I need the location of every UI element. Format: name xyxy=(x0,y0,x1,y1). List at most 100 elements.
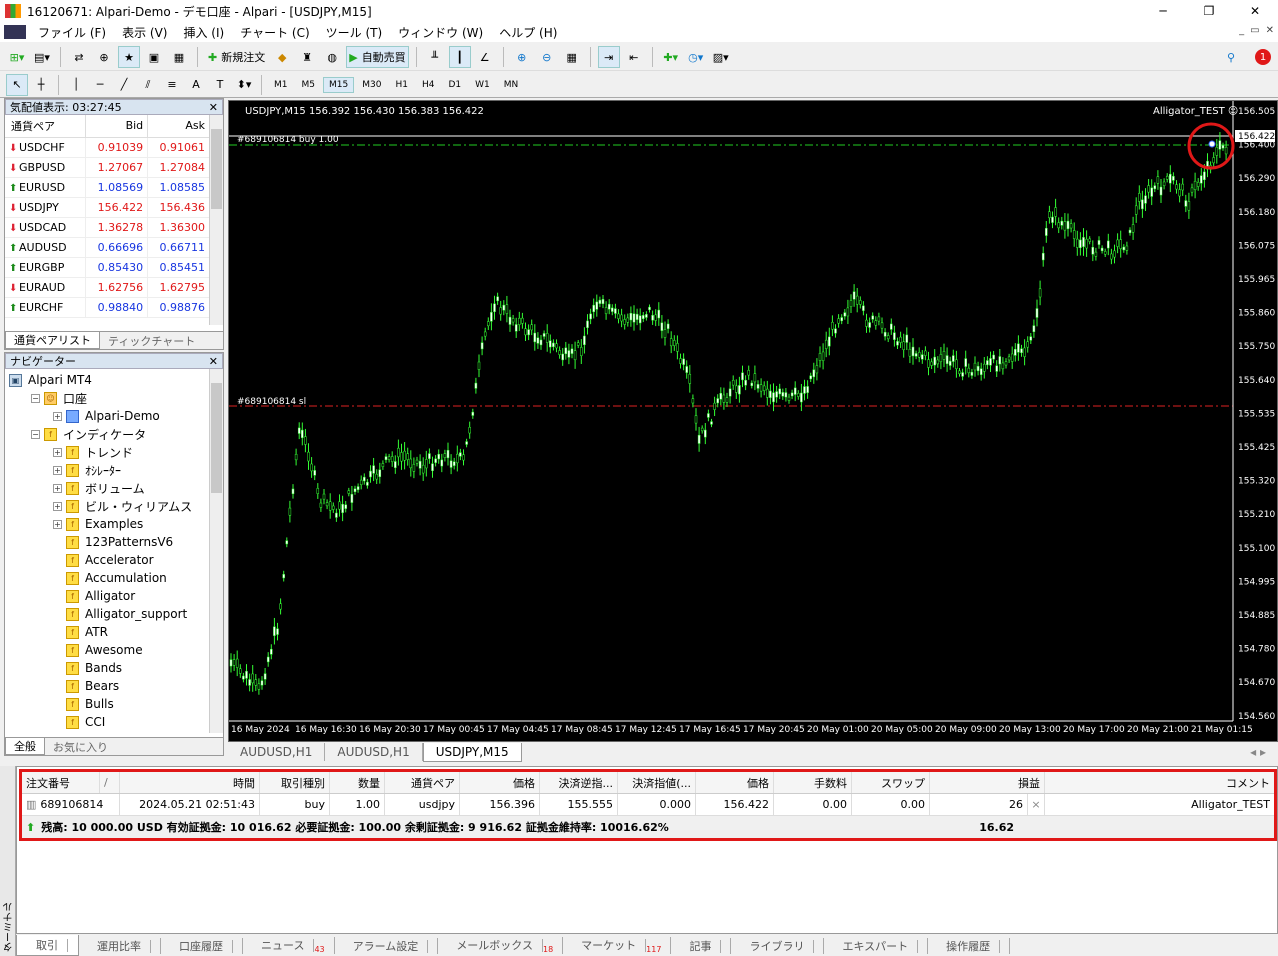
symbol-row[interactable]: ⬇ USDCAD 1.36278 1.36300 xyxy=(5,217,210,238)
symbol-row[interactable]: ⬆ EURCHF 0.98840 0.98876 xyxy=(5,297,210,318)
navigator-item[interactable]: f Accumulation xyxy=(9,569,223,587)
market-watch-scrollbar[interactable] xyxy=(209,115,223,325)
navigator-item[interactable]: f CCI xyxy=(9,713,223,731)
col-comment[interactable]: コメント xyxy=(1045,772,1274,793)
menu-chart[interactable]: チャート (C) xyxy=(232,24,317,41)
expand-icon[interactable]: + xyxy=(53,483,62,493)
tf-w1[interactable]: W1 xyxy=(469,77,496,93)
navigator-item[interactable]: f Accelerator xyxy=(9,551,223,569)
chart-tab-audusd-1[interactable]: AUDUSD,H1 xyxy=(228,743,326,761)
mdi-minimize-icon[interactable]: _ xyxy=(1239,25,1244,36)
menu-tools[interactable]: ツール (T) xyxy=(318,24,391,41)
navigator-item[interactable]: + f Examples xyxy=(9,515,223,533)
col-bid[interactable]: Bid xyxy=(85,115,149,138)
navigator-item[interactable]: f Bands xyxy=(9,659,223,677)
terminal-tab[interactable]: 記事 xyxy=(671,937,732,954)
close-button[interactable]: ✕ xyxy=(1232,0,1278,22)
expand-icon[interactable]: + xyxy=(53,501,62,511)
terminal-tab[interactable]: エキスパート xyxy=(824,937,929,954)
col-time[interactable]: 時間 xyxy=(120,772,260,793)
navigator-item[interactable]: f Bulls xyxy=(9,695,223,713)
col-type[interactable]: 取引種別 xyxy=(260,772,330,793)
terminal-tab[interactable]: 操作履歴 xyxy=(928,937,1011,954)
symbol-row[interactable]: ⬆ EURGBP 0.85430 0.85451 xyxy=(5,257,210,278)
profiles-icon[interactable]: ▤▾ xyxy=(31,46,53,68)
navigator-item[interactable]: f Bears xyxy=(9,677,223,695)
navigator-item[interactable]: + Alpari-Demo xyxy=(9,407,223,425)
text-icon[interactable]: A xyxy=(185,74,207,96)
menu-view[interactable]: 表示 (V) xyxy=(114,24,175,41)
col-commission[interactable]: 手数料 xyxy=(774,772,852,793)
col-swap[interactable]: スワップ xyxy=(852,772,930,793)
expand-icon[interactable]: + xyxy=(53,465,62,475)
tab-tick-chart[interactable]: ティックチャート xyxy=(100,333,203,349)
tab-scroll-arrows-icon[interactable]: ◂ ▸ xyxy=(1238,743,1278,761)
terminal-tab[interactable]: 取引 xyxy=(16,935,79,956)
col-sl[interactable]: 決済逆指... xyxy=(540,772,618,793)
market-watch-icon[interactable]: ⇄ xyxy=(68,46,90,68)
price-chart[interactable]: USDJPY,M15 156.392 156.430 156.383 156.4… xyxy=(228,100,1278,742)
navigator-item[interactable]: − f インディケータ xyxy=(9,425,223,443)
new-chart-icon[interactable]: ⊞▾ xyxy=(6,46,28,68)
terminal-tab[interactable]: ライブラリ xyxy=(731,937,825,954)
tester-icon[interactable]: ▦ xyxy=(168,46,190,68)
tile-windows-icon[interactable]: ▦ xyxy=(561,46,583,68)
symbol-row[interactable]: ⬇ GBPUSD 1.27067 1.27084 xyxy=(5,157,210,178)
vertical-line-icon[interactable]: │ xyxy=(65,74,87,96)
col-volume[interactable]: 数量 xyxy=(330,772,385,793)
terminal-tab[interactable]: マーケット 117 xyxy=(563,936,672,955)
col-profit[interactable]: 損益 xyxy=(930,772,1045,793)
tab-symbols[interactable]: 通貨ペアリスト xyxy=(5,332,100,349)
menu-insert[interactable]: 挿入 (I) xyxy=(175,24,232,41)
navigator-item[interactable]: − ☺ 口座 xyxy=(9,389,223,407)
indicators-icon[interactable]: ✚▾ xyxy=(660,46,682,68)
navigator-item[interactable]: ▣ Alpari MT4 xyxy=(9,371,223,389)
market-icon[interactable]: ◍ xyxy=(321,46,343,68)
data-window-icon[interactable]: ⊕ xyxy=(93,46,115,68)
arrows-icon[interactable]: ⬍▾ xyxy=(233,74,255,96)
close-icon[interactable]: ✕ xyxy=(209,101,218,114)
expand-icon[interactable]: + xyxy=(53,519,62,529)
terminal-tab[interactable]: メールボックス 18 xyxy=(438,936,564,955)
horizontal-line-icon[interactable]: ─ xyxy=(89,74,111,96)
label-icon[interactable]: T xyxy=(209,74,231,96)
menu-help[interactable]: ヘルプ (H) xyxy=(491,24,565,41)
tab-favorites[interactable]: お気に入り xyxy=(45,739,116,755)
col-symbol[interactable]: 通貨ペア xyxy=(5,115,87,138)
terminal-tab[interactable]: 口座履歴 xyxy=(161,937,243,954)
menu-file[interactable]: ファイル (F) xyxy=(30,24,114,41)
navigator-icon[interactable]: ★ xyxy=(118,46,140,68)
navigator-item[interactable]: f Alligator xyxy=(9,587,223,605)
col-current-price[interactable]: 価格 xyxy=(696,772,774,793)
metaeditor-icon[interactable]: ◆ xyxy=(271,46,293,68)
terminal-tab[interactable]: 運用比率 xyxy=(79,937,161,954)
chart-tab-audusd-2[interactable]: AUDUSD,H1 xyxy=(325,743,423,761)
collapse-icon[interactable]: − xyxy=(31,429,40,439)
col-price[interactable]: 価格 xyxy=(460,772,540,793)
symbol-row[interactable]: ⬇ USDCHF 0.91039 0.91061 xyxy=(5,137,210,158)
periods-icon[interactable]: ◷▾ xyxy=(685,46,707,68)
crosshair-icon[interactable]: ┼ xyxy=(30,74,52,96)
tf-m30[interactable]: M30 xyxy=(356,77,387,93)
zoom-in-icon[interactable]: ⊕ xyxy=(511,46,533,68)
col-ask[interactable]: Ask xyxy=(147,115,210,138)
bar-chart-icon[interactable]: ╨ xyxy=(424,46,446,68)
chart-canvas[interactable]: USDJPY,M15 156.392 156.430 156.383 156.4… xyxy=(229,101,1277,741)
menu-window[interactable]: ウィンドウ (W) xyxy=(390,24,491,41)
trendline-icon[interactable]: ╱ xyxy=(113,74,135,96)
navigator-item[interactable]: f Awesome xyxy=(9,641,223,659)
navigator-item[interactable]: f Alligator_support xyxy=(9,605,223,623)
navigator-scrollbar[interactable] xyxy=(209,369,223,733)
symbol-row[interactable]: ⬇ EURAUD 1.62756 1.62795 xyxy=(5,277,210,298)
tf-h4[interactable]: H4 xyxy=(416,77,441,93)
collapse-icon[interactable]: − xyxy=(31,393,40,403)
tf-m1[interactable]: M1 xyxy=(268,77,294,93)
tab-general[interactable]: 全般 xyxy=(5,738,45,755)
navigator-item[interactable]: + f トレンド xyxy=(9,443,223,461)
mdi-restore-icon[interactable]: ▭ xyxy=(1250,25,1259,36)
channel-icon[interactable]: ⫽ xyxy=(137,74,159,96)
tf-m15[interactable]: M15 xyxy=(323,76,355,93)
symbol-row[interactable]: ⬇ USDJPY 156.422 156.436 xyxy=(5,197,210,218)
terminal-icon[interactable]: ▣ xyxy=(143,46,165,68)
chart-tab-usdjpy[interactable]: USDJPY,M15 xyxy=(422,742,522,762)
